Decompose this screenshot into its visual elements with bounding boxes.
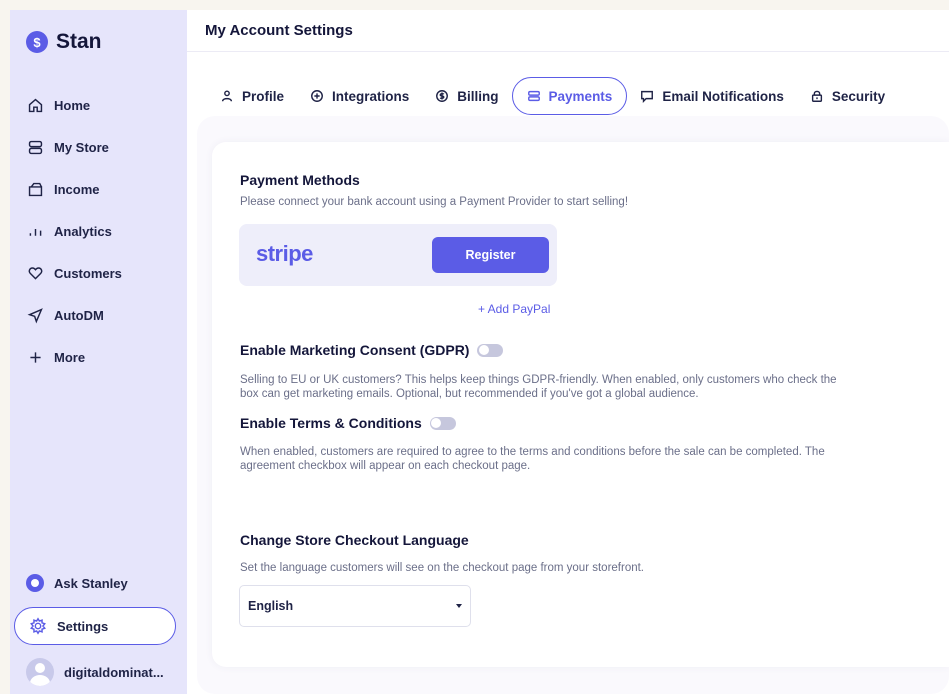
tab-billing[interactable]: Billing	[422, 77, 511, 115]
gdpr-description-line: box can get marketing emails. Optional, …	[240, 387, 699, 400]
gdpr-description-line: Selling to EU or UK customers? This help…	[240, 374, 837, 386]
tab-security[interactable]: Security	[797, 77, 898, 115]
terms-description-line: When enabled, customers are required to …	[240, 446, 825, 458]
stripe-provider-card: stripe Register	[239, 224, 557, 286]
header-divider	[187, 51, 949, 52]
store-icon	[26, 138, 44, 156]
user-profile-menu[interactable]: digitaldominat...	[26, 658, 164, 686]
sidebar-item-label: More	[54, 349, 86, 365]
terms-title: Enable Terms & Conditions	[240, 415, 422, 431]
app-name: Stan	[56, 30, 102, 53]
caret-down-icon	[456, 604, 462, 608]
gdpr-toggle[interactable]	[477, 343, 504, 357]
avatar	[26, 658, 54, 686]
tab-email-notifications[interactable]: Email Notifications	[627, 77, 797, 115]
tab-label: Payments	[548, 88, 613, 104]
sidebar-item-more[interactable]: More	[26, 336, 122, 378]
plus-icon	[26, 348, 44, 366]
dollar-circle-icon	[436, 90, 449, 102]
sidebar-item-label: Home	[54, 97, 91, 113]
user-name: digitaldominat...	[64, 664, 164, 680]
selected-language: English	[248, 599, 294, 613]
tab-payments[interactable]: Payments	[511, 77, 628, 115]
ask-stanley-button[interactable]: Ask Stanley	[26, 574, 128, 592]
heart-icon	[26, 264, 44, 282]
checkout-language-description: Set the language customers will see on t…	[240, 562, 644, 574]
page-title: My Account Settings	[205, 22, 353, 39]
settings-tabs: Profile Integrations Billing Payments Em…	[220, 77, 898, 115]
ask-stanley-label: Ask Stanley	[54, 575, 128, 591]
dollar-logo-icon: $	[26, 31, 48, 53]
home-icon	[26, 96, 44, 114]
tab-label: Email Notifications	[662, 88, 784, 104]
app-logo[interactable]: $ Stan	[26, 30, 102, 54]
sidebar-item-income[interactable]: Income	[26, 168, 122, 210]
sidebar-item-settings[interactable]: Settings	[14, 607, 176, 645]
sidebar-item-label: Income	[54, 181, 100, 197]
wallet-icon	[26, 180, 44, 198]
send-icon	[26, 306, 44, 324]
terms-description: When enabled, customers are required to …	[240, 446, 825, 473]
sidebar-item-home[interactable]: Home	[26, 84, 122, 126]
gdpr-title: Enable Marketing Consent (GDPR)	[240, 342, 470, 358]
checkout-language-title: Change Store Checkout Language	[240, 532, 469, 548]
tab-label: Profile	[242, 88, 285, 104]
terms-section-title: Enable Terms & Conditions	[240, 415, 456, 431]
user-icon	[221, 90, 233, 102]
sidebar-item-label: My Store	[54, 139, 109, 155]
tab-label: Billing	[457, 88, 499, 104]
lock-icon	[811, 90, 822, 102]
checkout-language-select[interactable]: English	[239, 585, 471, 627]
sidebar-item-customers[interactable]: Customers	[26, 252, 122, 294]
sidebar-item-analytics[interactable]: Analytics	[26, 210, 122, 252]
stripe-logo: stripe	[256, 241, 313, 266]
main-content: My Account Settings Profile Integrations…	[187, 10, 949, 694]
gdpr-description: Selling to EU or UK customers? This help…	[240, 374, 837, 401]
gdpr-section-title: Enable Marketing Consent (GDPR)	[240, 342, 504, 358]
terms-description-line: agreement checkbox will appear on each c…	[240, 459, 531, 472]
tab-integrations[interactable]: Integrations	[297, 77, 422, 115]
sidebar-item-autodm[interactable]: AutoDM	[26, 294, 122, 336]
plus-circle-icon	[311, 90, 323, 102]
payment-methods-description: Please connect your bank account using a…	[240, 196, 629, 208]
stanley-icon	[26, 574, 44, 592]
tab-label: Security	[831, 88, 886, 104]
payment-methods-title: Payment Methods	[240, 172, 360, 188]
tab-profile[interactable]: Profile	[220, 77, 297, 115]
sidebar: $ Stan Home My Store Income Analytics Cu…	[10, 10, 187, 694]
tab-label: Integrations	[332, 88, 410, 104]
register-stripe-button[interactable]: Register	[432, 237, 549, 273]
terms-toggle[interactable]	[429, 416, 456, 430]
settings-label: Settings	[57, 618, 109, 634]
sidebar-nav: Home My Store Income Analytics Customers…	[26, 84, 122, 378]
sidebar-item-label: Customers	[54, 265, 122, 281]
sidebar-item-my-store[interactable]: My Store	[26, 126, 122, 168]
sidebar-item-label: AutoDM	[54, 307, 104, 323]
sidebar-item-label: Analytics	[54, 223, 112, 239]
add-paypal-link[interactable]: + Add PayPal	[478, 302, 550, 316]
gear-icon	[30, 617, 46, 635]
message-icon	[641, 90, 654, 103]
card-icon	[527, 90, 540, 102]
bar-chart-icon	[26, 222, 44, 240]
